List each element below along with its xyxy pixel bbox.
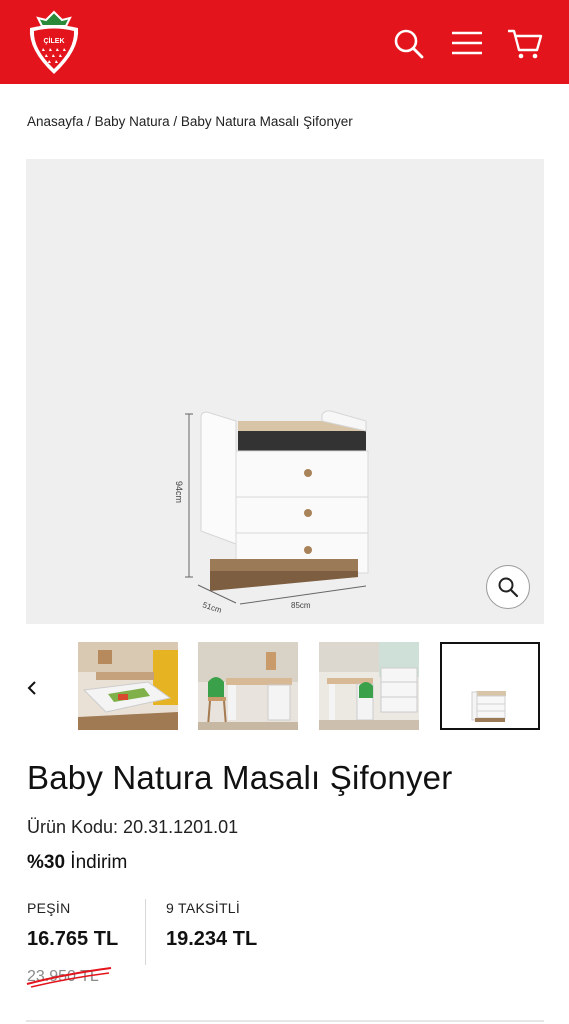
- chevron-left-icon: [27, 681, 36, 695]
- breadcrumb-separator: /: [83, 114, 95, 129]
- installment-price-label: 9 TAKSİTLİ: [166, 900, 241, 916]
- price-divider: [145, 899, 146, 965]
- section-divider: [26, 1020, 544, 1022]
- dim-depth-label: 51cm: [201, 600, 223, 615]
- price-strikethrough: [26, 967, 112, 988]
- zoom-icon: [498, 577, 519, 598]
- breadcrumb-separator: /: [169, 114, 181, 129]
- installment-price: 19.234 TL: [166, 928, 258, 950]
- breadcrumb: Anasayfa / Baby Natura / Baby Natura Mas…: [27, 114, 353, 129]
- product-main-image[interactable]: 94cm 51cm 85cm: [26, 159, 544, 624]
- site-header: ÇİLEK: [0, 0, 569, 84]
- gallery-prev-button[interactable]: [22, 675, 42, 701]
- cash-price: 16.765 TL: [27, 928, 119, 950]
- menu-icon[interactable]: [450, 26, 484, 60]
- breadcrumb-home[interactable]: Anasayfa: [27, 114, 83, 129]
- dim-width-label: 85cm: [291, 601, 311, 610]
- cart-icon[interactable]: [507, 26, 543, 60]
- dresser-illustration: 94cm 51cm 85cm: [174, 410, 369, 615]
- gallery-thumbnail[interactable]: [198, 642, 298, 730]
- svg-text:ÇİLEK: ÇİLEK: [44, 37, 65, 45]
- cash-price-label: PEŞİN: [27, 900, 71, 916]
- breadcrumb-current: Baby Natura Masalı Şifonyer: [180, 114, 353, 129]
- discount-value: %30: [27, 852, 66, 873]
- product-title: Baby Natura Masalı Şifonyer: [27, 759, 453, 796]
- breadcrumb-category[interactable]: Baby Natura: [95, 114, 170, 129]
- cilek-logo[interactable]: ÇİLEK: [26, 10, 82, 76]
- zoom-button[interactable]: [486, 565, 530, 609]
- installment-price-block: 9 TAKSİTLİ 19.234 TL: [166, 900, 257, 951]
- product-code: Ürün Kodu: 20.31.1201.01: [27, 817, 239, 837]
- cash-price-block: PEŞİN 16.765 TL: [27, 900, 118, 951]
- dim-height-label: 94cm: [174, 481, 184, 503]
- gallery-thumbnail[interactable]: [319, 642, 419, 730]
- gallery-thumbnail[interactable]: [78, 642, 178, 730]
- search-icon[interactable]: [391, 26, 425, 60]
- discount-label: İndirim: [65, 852, 128, 873]
- discount-badge: %30 İndirim: [27, 852, 127, 874]
- gallery-thumbnail-selected[interactable]: [440, 642, 540, 730]
